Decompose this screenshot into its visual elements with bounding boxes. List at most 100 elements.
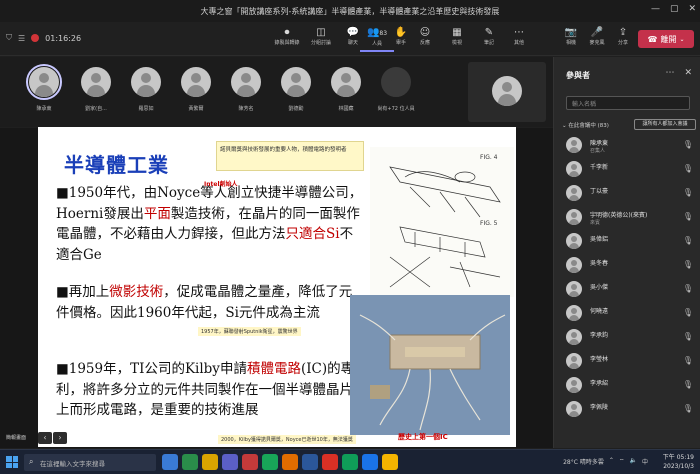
participant-tile[interactable]: 陳承東 — [22, 63, 66, 112]
mic-muted-icon: 🎙 — [682, 260, 693, 269]
tool-record[interactable]: ⏺ 錄製與轉錄 — [270, 26, 304, 52]
patent-drawing-image: FIG. 4 FIG. 5 — [370, 147, 514, 297]
svg-text:FIG. 5: FIG. 5 — [480, 220, 498, 227]
participant-row[interactable]: 吳冬春 🎙 — [562, 255, 697, 277]
participant-tile[interactable]: 羅思如 — [124, 63, 168, 112]
participant-tile[interactable]: 黃繁爾 — [174, 63, 218, 112]
tool-notes[interactable]: ✎ 筆記 — [472, 26, 506, 52]
slide-caption-1: 1957年，蘇聯發射Sputnik衛星，震驚世界 — [198, 327, 301, 336]
input-language[interactable]: 中 — [642, 457, 648, 466]
windows-taskbar: ⌕ 在這裡輸入文字來搜尋 28°C 晴時多雲 ⌃ ⌔ 🔈 中 下午 05:19 … — [0, 449, 700, 474]
tool-share[interactable]: ⇪ 分享 — [606, 26, 640, 52]
taskbar-app-icon[interactable] — [242, 454, 258, 470]
more-icon: ⋯ — [514, 27, 524, 38]
avatar — [231, 67, 261, 97]
recording-dot-icon — [31, 34, 40, 42]
minimize-button[interactable]: — — [651, 4, 660, 14]
presentation-controls: 簡報畫面 ‹ › — [0, 430, 553, 448]
windows-start-icon[interactable] — [6, 456, 18, 468]
in-meeting-section-label[interactable]: ⌄ 在此會議中 (83) — [562, 121, 609, 129]
mic-muted-icon: 🎙 — [682, 140, 693, 149]
view-icon: ▦ — [452, 27, 462, 38]
avatar — [566, 329, 582, 345]
avatar — [566, 377, 582, 393]
participants-panel: 參與者 ⋯ ✕ 輸入名稱 ⌄ 在此會議中 (83) 讓所有人都加入會議 陳承東召… — [553, 57, 700, 448]
participant-tile[interactable]: 劉家(自... — [74, 63, 118, 112]
tool-react[interactable]: ☺ 反應 — [408, 26, 442, 52]
more-options-icon[interactable]: ⋯ — [665, 68, 674, 78]
mic-muted-icon: 🎙 — [682, 332, 693, 341]
taskbar-app-icon[interactable] — [362, 454, 378, 470]
taskbar-clock[interactable]: 下午 05:19 2023/10/3 — [663, 453, 694, 471]
first-ic-photo — [350, 295, 510, 435]
admit-all-button[interactable]: 讓所有人都加入會議 — [634, 119, 696, 130]
slide-bullet-3: ■1959年，TI公司的Kilby申請積體電路(IC)的專利，將許多分立的元件共… — [56, 361, 355, 418]
taskbar-app-icon[interactable] — [382, 454, 398, 470]
avatar — [566, 137, 582, 153]
participant-tile[interactable]: 劉德勳 — [274, 63, 318, 112]
avatar — [381, 67, 411, 97]
participant-row[interactable]: 李承鈞 🎙 — [562, 327, 697, 349]
breakout-icon: ◫ — [316, 27, 326, 38]
leave-label: 離開 — [660, 34, 677, 44]
mic-muted-icon: 🎙 — [682, 236, 693, 245]
participant-row[interactable]: 李佩陵 🎙 — [562, 399, 697, 421]
avatar — [181, 67, 211, 97]
close-window-button[interactable]: ✕ — [688, 4, 696, 14]
panel-title: 參與者 — [566, 71, 590, 80]
avatar — [566, 281, 582, 297]
taskbar-app-icon[interactable] — [162, 454, 178, 470]
self-view-tile[interactable] — [468, 62, 546, 122]
volume-icon[interactable]: 🔈 — [630, 457, 637, 466]
participant-tile[interactable]: 林國藏 — [324, 63, 368, 112]
participant-row[interactable]: 千李新 🎙 — [562, 159, 697, 181]
participant-tile[interactable]: 陳芳名 — [224, 63, 268, 112]
avatar — [281, 67, 311, 97]
slide-bullet-1: ■1950年代，由Noyce等人創立快捷半導體公司，Hoerni發展出平面製造技… — [56, 185, 363, 263]
participant-row[interactable]: 丁以豪 🎙 — [562, 183, 697, 205]
participant-row[interactable]: 何曉遠 🎙 — [562, 303, 697, 325]
chevron-up-icon[interactable]: ⌃ — [609, 457, 614, 466]
panel-header-actions: ⋯ ✕ — [665, 68, 692, 78]
network-icon[interactable]: ⌔ — [619, 457, 625, 466]
avatar — [566, 161, 582, 177]
taskbar-app-icon[interactable] — [222, 454, 238, 470]
title-bar: 大專之窗「開放講座系列-系統講座」半導體產業，半導體產業之沿革歷史與技術發展 —… — [0, 0, 700, 22]
mic-muted-icon: 🎙 — [682, 356, 693, 365]
participant-row[interactable]: 陳承東 召集人 🎙 — [562, 135, 697, 157]
taskbar-search-input[interactable]: ⌕ 在這裡輸入文字來搜尋 — [24, 454, 156, 471]
maximize-button[interactable]: ▢ — [670, 4, 679, 14]
taskbar-app-icon[interactable] — [262, 454, 278, 470]
next-slide-button[interactable]: › — [53, 432, 67, 444]
participant-row[interactable]: 宇明德(英德公)(來賓) 來賓 🎙 — [562, 207, 697, 229]
presentation-label: 簡報畫面 — [6, 435, 27, 441]
more-participants-tile[interactable]: 尚有+72 位人員 — [374, 63, 418, 112]
leave-button[interactable]: ☎ 離開 ⌄ — [638, 30, 694, 48]
share-icon: ⇪ — [618, 27, 628, 38]
tool-view[interactable]: ▦ 檢視 — [440, 26, 474, 52]
participant-row[interactable]: 李承紹 🎙 — [562, 375, 697, 397]
search-icon: ⌕ — [29, 457, 34, 466]
ic-photo-sketch — [350, 295, 510, 435]
participant-search-input[interactable]: 輸入名稱 — [566, 96, 690, 110]
tool-breakout[interactable]: ◫ 分組討論 — [304, 26, 338, 52]
taskbar-app-icon[interactable] — [302, 454, 318, 470]
list-icon[interactable]: ☰ — [18, 34, 25, 43]
taskbar-app-icon[interactable] — [322, 454, 338, 470]
taskbar-app-icon[interactable] — [342, 454, 358, 470]
shield-icon: ⛉ — [6, 33, 12, 42]
taskbar-app-icon[interactable] — [182, 454, 198, 470]
avatar — [26, 64, 62, 100]
taskbar-app-icon[interactable] — [202, 454, 218, 470]
taskbar-app-icon[interactable] — [282, 454, 298, 470]
prev-slide-button[interactable]: ‹ — [38, 432, 52, 444]
participant-row[interactable]: 吳小傑 🎙 — [562, 279, 697, 301]
avatar — [492, 76, 522, 106]
recording-time: 01:16:26 — [45, 33, 82, 43]
weather-text[interactable]: 28°C 晴時多雲 — [563, 457, 604, 466]
participant-row[interactable]: 吳偉鋁 🎙 — [562, 231, 697, 253]
tool-more[interactable]: ⋯ 其他 — [502, 26, 536, 52]
avatar — [566, 233, 582, 249]
participant-row[interactable]: 李瑩林 🎙 — [562, 351, 697, 373]
close-icon[interactable]: ✕ — [684, 68, 692, 78]
